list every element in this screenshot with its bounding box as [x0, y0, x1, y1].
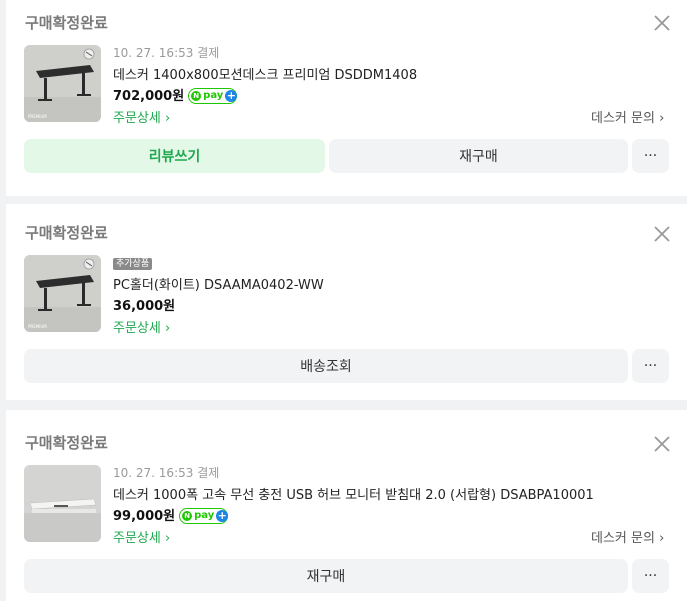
close-icon[interactable]	[653, 225, 671, 243]
more-button[interactable]: ···	[632, 349, 669, 383]
order-status: 구매확정완료	[25, 14, 108, 32]
npay-icon: Npay +	[179, 507, 229, 524]
inquiry-link[interactable]: 데스커 문의 ›	[591, 107, 664, 126]
thumb-label: PREMIUM	[28, 114, 47, 119]
price: 702,000원	[113, 89, 185, 104]
npay-icon: Npay +	[188, 87, 238, 104]
price: 99,000원	[113, 509, 176, 524]
addon-badge: 추가상품	[113, 258, 153, 270]
order-card-1: 구매확정완료 PREMIUM 10. 27. 16:53 결제 데스커 1400…	[6, 0, 687, 196]
chevron-right-icon: ›	[659, 111, 665, 126]
payment-date: 10. 27. 16:53 결제	[113, 466, 220, 480]
thumb-label: PREMIUM	[28, 324, 47, 329]
product-name[interactable]: 데스커 1400x800모션데스크 프리미엄 DSDDM1408	[113, 64, 417, 83]
inquiry-link[interactable]: 데스커 문의 ›	[591, 527, 664, 546]
more-dots-icon: ···	[643, 568, 658, 584]
product-name[interactable]: 데스커 1000폭 고속 무선 충전 USB 허브 모니터 받침대 2.0 (서…	[113, 484, 594, 503]
order-detail-link[interactable]: 주문상세 ›	[113, 317, 170, 336]
product-thumbnail[interactable]: PREMIUM	[24, 255, 101, 332]
price-row: 702,000원 Npay +	[113, 85, 238, 105]
order-card-2: 구매확정완료 PREMIUM 추가상품 PC홀더(화이트) DSAAMA0402…	[6, 204, 687, 400]
chevron-right-icon: ›	[164, 531, 171, 546]
product-thumbnail[interactable]	[24, 465, 101, 542]
more-dots-icon: ···	[643, 148, 658, 164]
more-dots-icon: ···	[643, 358, 658, 374]
order-detail-link[interactable]: 주문상세 ›	[113, 107, 170, 126]
delivery-track-button[interactable]: 배송조회	[24, 349, 628, 383]
close-icon[interactable]	[653, 435, 671, 453]
chevron-right-icon: ›	[659, 531, 665, 546]
reorder-button[interactable]: 재구매	[24, 559, 628, 593]
more-button[interactable]: ···	[632, 559, 669, 593]
review-button[interactable]: 리뷰쓰기	[24, 139, 325, 173]
chevron-right-icon: ›	[164, 321, 171, 336]
reorder-button[interactable]: 재구매	[329, 139, 628, 173]
product-thumbnail[interactable]: PREMIUM	[24, 45, 101, 122]
order-card-3: 구매확정완료 10. 27. 16:53 결제 데스커 1000폭 고속 무선 …	[6, 410, 687, 601]
order-detail-link[interactable]: 주문상세 ›	[113, 527, 170, 546]
close-icon[interactable]	[653, 14, 671, 32]
price-row: 99,000원 Npay +	[113, 505, 229, 525]
order-status: 구매확정완료	[25, 224, 108, 242]
payment-date: 10. 27. 16:53 결제	[113, 46, 220, 60]
order-status: 구매확정완료	[25, 434, 108, 452]
chevron-right-icon: ›	[164, 111, 171, 126]
more-button[interactable]: ···	[632, 139, 669, 173]
product-name[interactable]: PC홀더(화이트) DSAAMA0402-WW	[113, 274, 324, 293]
price: 36,000원	[113, 299, 176, 314]
